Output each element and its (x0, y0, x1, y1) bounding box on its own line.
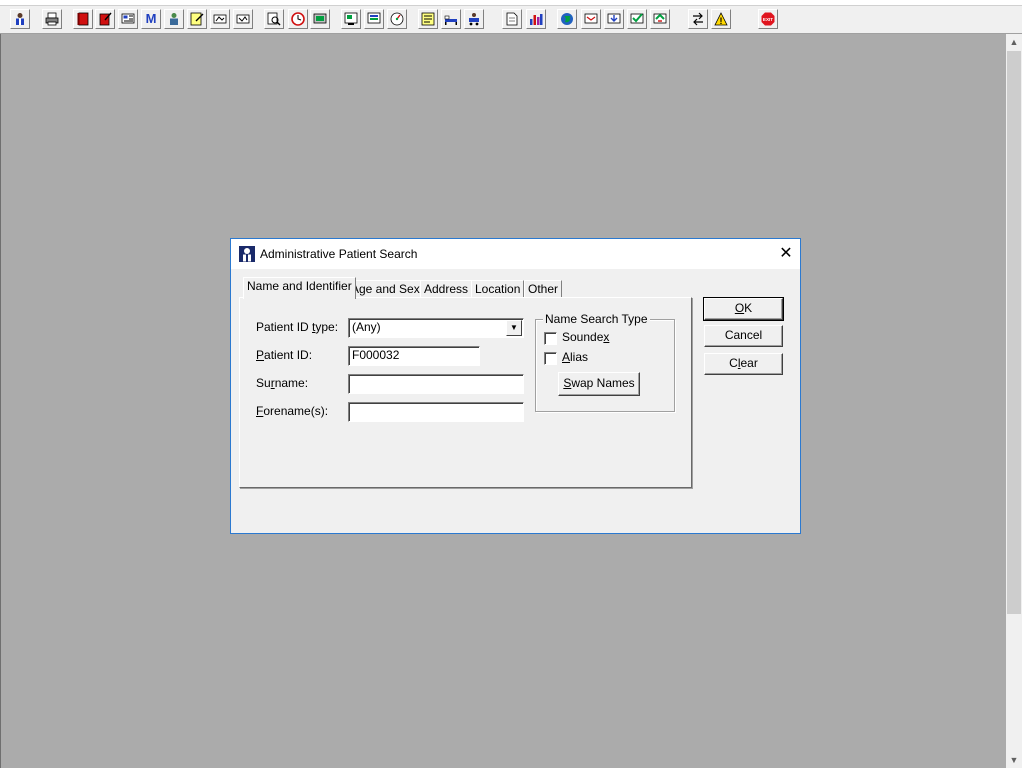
surname-label: Surname: (256, 376, 309, 390)
screen-chart-icon (344, 12, 358, 25)
patient-icon (16, 13, 24, 25)
note-pad-icon (421, 12, 435, 26)
check-download-icon (630, 13, 644, 24)
vertical-scrollbar[interactable]: ▲ ▼ (1006, 34, 1022, 768)
print-button[interactable] (42, 9, 62, 29)
bed-button[interactable] (441, 9, 461, 29)
alias-checkbox[interactable] (544, 352, 557, 365)
image-list-icon (121, 13, 135, 24)
tab-address[interactable]: Address (420, 280, 473, 298)
gauge-button[interactable] (387, 9, 407, 29)
scroll-thumb[interactable] (1007, 51, 1021, 614)
gauge-icon (390, 12, 404, 26)
flag-button[interactable] (210, 9, 230, 29)
flag-icon (213, 14, 227, 24)
image-list-button[interactable] (118, 9, 138, 29)
clock-icon (291, 12, 305, 26)
alias-label[interactable]: Alias (562, 350, 588, 364)
patient-button[interactable] (10, 9, 30, 29)
swap-button[interactable] (688, 9, 708, 29)
forenames-input[interactable] (348, 402, 524, 422)
bar-chart-icon (530, 14, 543, 25)
svg-text:!: ! (720, 16, 723, 26)
monitor-button[interactable] (310, 9, 330, 29)
soundex-checkbox[interactable] (544, 332, 557, 345)
download-icon (607, 13, 621, 24)
flag-alt-icon (236, 14, 250, 24)
tab-location[interactable]: Location (471, 280, 525, 298)
flag-alt-button[interactable] (233, 9, 253, 29)
edit-book-button[interactable] (95, 9, 115, 29)
transport-button[interactable] (464, 9, 484, 29)
patient-app-icon (239, 246, 255, 262)
globe-icon (561, 13, 573, 25)
svg-text:EXIT: EXIT (763, 17, 773, 22)
screen-chart-button[interactable] (341, 9, 361, 29)
inbox-button[interactable] (581, 9, 601, 29)
check-download-button[interactable] (627, 9, 647, 29)
inbox-icon (584, 13, 598, 24)
document-button[interactable] (502, 9, 522, 29)
exit-icon: EXIT (761, 12, 775, 26)
swap-icon (693, 12, 703, 26)
soundex-label[interactable]: Soundex (562, 330, 609, 344)
tab-name-and-identifier[interactable]: Name and Identifier (243, 277, 356, 299)
printer-icon (45, 12, 59, 26)
cancel-button[interactable]: Cancel (704, 325, 783, 347)
magnify-doc-icon (267, 12, 281, 26)
tab-age-and-sex[interactable]: Age and Sex (347, 280, 424, 298)
patient-id-type-label: Patient ID type: (256, 320, 339, 334)
clock-button[interactable] (288, 9, 308, 29)
book-button[interactable] (73, 9, 93, 29)
dialog-titlebar: Administrative Patient Search ✕ (231, 239, 800, 269)
form-icon (367, 12, 381, 24)
m-button[interactable]: M (141, 9, 161, 29)
dialog-title: Administrative Patient Search (260, 247, 418, 261)
patient-id-type-select[interactable]: (Any) ▼ (348, 318, 524, 338)
edit-book-icon (99, 12, 112, 26)
note-pad-button[interactable] (418, 9, 438, 29)
patient-id-input[interactable]: F000032 (348, 346, 480, 366)
notes-button[interactable] (187, 9, 207, 29)
chevron-down-icon[interactable]: ▼ (506, 320, 522, 336)
doctor-button[interactable] (164, 9, 184, 29)
document-icon (506, 12, 518, 26)
transport-icon (469, 13, 479, 26)
surname-input[interactable] (348, 374, 524, 394)
refresh-download-button[interactable] (650, 9, 670, 29)
refresh-download-icon (653, 13, 667, 24)
close-icon[interactable]: ✕ (775, 243, 797, 265)
clear-button[interactable]: Clear (704, 353, 783, 375)
form-button[interactable] (364, 9, 384, 29)
warning-icon: ! (714, 12, 728, 26)
doctor-icon (170, 13, 178, 25)
exit-button[interactable]: EXIT (758, 9, 778, 29)
letter-m-icon: M (145, 11, 157, 26)
book-icon (77, 12, 89, 26)
scroll-down-arrow-icon[interactable]: ▼ (1006, 752, 1022, 768)
scroll-up-arrow-icon[interactable]: ▲ (1006, 34, 1022, 50)
tab-other[interactable]: Other (524, 280, 563, 298)
name-search-type-group: Name Search Type Soundex Alias Swap Name… (535, 312, 675, 412)
bed-icon (444, 15, 457, 25)
ok-button[interactable]: OK (703, 297, 784, 321)
warning-button[interactable]: ! (711, 9, 731, 29)
monitor-icon (313, 13, 327, 24)
patient-id-type-value: (Any) (352, 320, 381, 334)
main-toolbar: M ! EXIT (0, 6, 1022, 34)
name-search-type-legend: Name Search Type (543, 312, 650, 326)
forenames-label: Forename(s): (256, 404, 329, 418)
patient-id-label: Patient ID: (256, 348, 313, 362)
swap-names-button[interactable]: Swap Names (558, 372, 640, 396)
notes-icon (190, 12, 204, 26)
patient-search-dialog: Administrative Patient Search ✕ Name and… (230, 238, 801, 534)
magnify-doc-button[interactable] (264, 9, 284, 29)
bar-chart-button[interactable] (526, 9, 546, 29)
globe-button[interactable] (557, 9, 577, 29)
download-button[interactable] (604, 9, 624, 29)
